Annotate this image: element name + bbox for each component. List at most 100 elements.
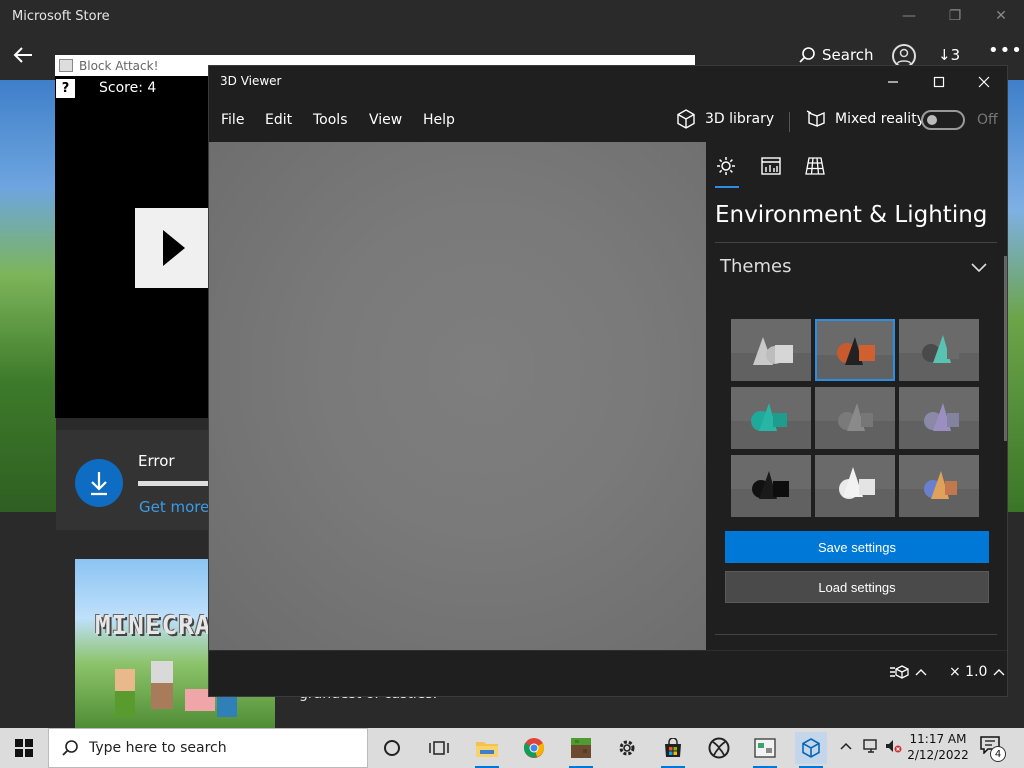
menu-edit[interactable]: Edit — [265, 112, 292, 128]
download-icon — [75, 459, 123, 507]
3d-library-label: 3D library — [705, 111, 775, 127]
search-icon — [799, 47, 815, 63]
cube-icon — [677, 109, 695, 129]
tab-stats-shading[interactable] — [759, 154, 783, 178]
store-close-button[interactable]: ✕ — [978, 0, 1024, 32]
get-more-link[interactable]: Get more — [139, 498, 209, 516]
3d-library-button[interactable]: 3D library — [675, 108, 774, 130]
error-progress-bar — [138, 481, 210, 486]
downloads-count: 3 — [950, 46, 961, 64]
stats-icon — [761, 157, 781, 175]
theme-thumbnail[interactable] — [815, 455, 895, 517]
download-arrow-icon: ↓ — [938, 46, 951, 64]
theme-thumbnail[interactable] — [899, 455, 979, 517]
score-label: Score: 4 — [99, 80, 157, 96]
3d-viewport[interactable] — [209, 142, 706, 650]
clock-date: 2/12/2022 — [907, 748, 969, 762]
viewer-title: 3D Viewer — [220, 74, 282, 88]
themes-section-label[interactable]: Themes — [720, 256, 791, 277]
viewer-bottom-bar — [209, 650, 1007, 696]
network-icon[interactable] — [862, 738, 880, 758]
panel-scrollbar[interactable] — [1004, 256, 1007, 441]
zoom-button[interactable]: × 1.0 — [949, 664, 1005, 680]
mixed-reality-button[interactable]: Mixed reality — [805, 108, 925, 130]
viewer-maximize-button[interactable] — [916, 66, 962, 98]
help-button[interactable]: ? — [56, 79, 75, 98]
panel-bottom-divider — [715, 634, 997, 635]
store-restore-button[interactable]: ❐ — [932, 0, 978, 32]
more-options-icon[interactable]: ••• — [988, 40, 1023, 61]
load-settings-button[interactable]: Load settings — [725, 571, 989, 603]
store-title: Microsoft Store — [12, 9, 110, 24]
search-icon — [62, 740, 78, 756]
downloads-button[interactable]: ↓3 — [938, 46, 960, 64]
hero-image-left-strip — [0, 80, 56, 512]
save-settings-button[interactable]: Save settings — [725, 531, 989, 563]
taskbar: Type here to search 11:17 AM 2/12/2022 4 — [0, 728, 1024, 768]
minecraft-icon[interactable] — [565, 732, 597, 768]
block-attack-title: Block Attack! — [79, 58, 159, 73]
mixed-reality-label: Mixed reality — [835, 111, 925, 127]
tab-environment-lighting[interactable] — [714, 154, 738, 178]
microsoft-store-icon[interactable] — [657, 732, 689, 768]
toggle-knob — [927, 115, 937, 125]
panel-heading: Environment & Lighting — [715, 202, 988, 228]
play-icon — [163, 230, 185, 266]
active-tab-indicator — [715, 186, 739, 188]
tab-grid-view[interactable] — [803, 154, 827, 178]
viewer-minimize-button[interactable] — [870, 66, 916, 98]
clock-time: 11:17 AM — [909, 732, 967, 746]
play-button[interactable] — [135, 208, 210, 288]
mixed-reality-state: Off — [977, 112, 998, 128]
block-attack-taskbar-icon[interactable] — [749, 732, 781, 768]
notification-count-badge: 4 — [990, 746, 1006, 762]
mixed-reality-icon — [806, 110, 825, 128]
viewer-menubar: File Edit Tools View Help 3D library Mix… — [209, 98, 1007, 142]
block-attack-app-icon — [59, 59, 73, 72]
menu-help[interactable]: Help — [423, 112, 455, 128]
taskbar-search-box[interactable]: Type here to search — [48, 728, 368, 768]
chevron-down-icon[interactable] — [971, 258, 987, 277]
file-explorer-icon[interactable] — [471, 732, 503, 768]
theme-thumbnail[interactable] — [731, 387, 811, 449]
sun-icon — [717, 157, 735, 175]
viewer-close-button[interactable] — [961, 66, 1007, 98]
taskbar-search-placeholder: Type here to search — [89, 740, 227, 756]
theme-thumbnail[interactable] — [899, 319, 979, 381]
chevron-up-icon — [915, 669, 927, 676]
theme-thumbnail[interactable] — [731, 455, 811, 517]
theme-thumbnail[interactable] — [899, 387, 979, 449]
menubar-divider — [789, 112, 790, 132]
settings-gear-icon[interactable] — [611, 732, 643, 764]
mixed-reality-toggle[interactable] — [921, 110, 965, 130]
zoom-level: × 1.0 — [949, 664, 988, 680]
store-search-button[interactable]: Search — [798, 46, 874, 64]
chrome-icon[interactable] — [518, 732, 550, 764]
back-arrow-icon[interactable] — [12, 44, 36, 68]
store-window-controls: — ❐ ✕ — [886, 0, 1024, 32]
taskbar-clock[interactable]: 11:17 AM 2/12/2022 — [906, 731, 970, 763]
render-options-icon — [890, 665, 909, 679]
menu-tools[interactable]: Tools — [313, 112, 348, 128]
store-minimize-button[interactable]: — — [886, 0, 932, 32]
theme-thumbnail[interactable] — [731, 319, 811, 381]
volume-muted-icon[interactable] — [884, 738, 902, 758]
3d-viewer-window: 3D Viewer File Edit Tools View Help 3D l… — [208, 65, 1008, 697]
theme-thumbnail-selected[interactable] — [815, 319, 895, 381]
chevron-up-icon — [993, 669, 1005, 676]
tray-chevron-up-icon[interactable] — [840, 738, 852, 754]
theme-thumbnail[interactable] — [815, 387, 895, 449]
start-button[interactable] — [0, 728, 48, 768]
xbox-icon[interactable] — [703, 732, 735, 764]
task-view-icon[interactable] — [423, 732, 455, 764]
store-search-label: Search — [822, 46, 874, 64]
menu-file[interactable]: File — [221, 112, 244, 128]
viewer-titlebar[interactable]: 3D Viewer — [209, 66, 1007, 98]
error-title: Error — [138, 452, 175, 470]
view-options-button[interactable] — [889, 664, 927, 680]
grid-icon — [805, 157, 825, 175]
3d-viewer-taskbar-icon[interactable] — [795, 732, 827, 768]
windows-logo-icon — [15, 739, 33, 757]
cortana-icon[interactable] — [376, 732, 408, 764]
menu-view[interactable]: View — [369, 112, 402, 128]
